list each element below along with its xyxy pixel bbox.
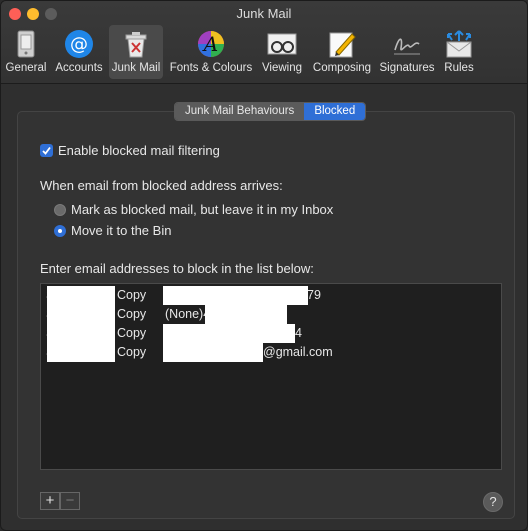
rules-arrows-icon [443,28,475,60]
list-item[interactable]: S Copy 79 [41,286,501,305]
list-item[interactable]: S Copy 4 [41,324,501,343]
toolbar-viewing[interactable]: Viewing [259,25,305,79]
tab-control: Junk Mail Behaviours Blocked [174,102,367,121]
list-item[interactable]: S Copy (None)4 [41,305,501,324]
composing-pencil-icon [326,28,358,60]
arrives-label: When email from blocked address arrives: [40,178,283,193]
toolbar-fonts-colours[interactable]: A Fonts & Colours [167,25,255,79]
block-list-label: Enter email addresses to block in the li… [40,261,314,276]
toolbar-general[interactable]: General [4,25,48,79]
move-to-bin-radio[interactable] [54,225,66,237]
fonts-colours-icon: A [195,28,227,60]
move-to-bin-label: Move it to the Bin [71,223,172,238]
enable-blocked-filtering-label: Enable blocked mail filtering [58,143,220,158]
toolbar-accounts[interactable]: @ Accounts [52,25,106,79]
preferences-window: Junk Mail General @ Accounts Junk Mail A… [0,0,528,531]
titlebar: Junk Mail General @ Accounts Junk Mail A… [1,1,527,84]
redaction [163,324,295,343]
preferences-toolbar: General @ Accounts Junk Mail A Fonts & C… [1,25,527,81]
mark-as-blocked-radio[interactable] [54,204,66,216]
window-title: Junk Mail [236,6,292,21]
list-item[interactable]: S Copy @gmail.com [41,343,501,362]
redaction [163,343,263,362]
toolbar-rules[interactable]: Rules [441,25,477,79]
blocked-addresses-list[interactable]: S Copy 79 S Copy (None)4 S Copy 4 S Copy… [40,283,502,470]
viewing-glasses-icon [266,28,298,60]
toolbar-signatures[interactable]: Signatures [377,25,437,79]
enable-blocked-filtering-checkbox[interactable] [40,144,53,157]
redaction [47,286,115,305]
toolbar-composing[interactable]: Composing [309,25,375,79]
checkmark-icon [42,146,51,155]
at-sign-icon: @ [63,28,95,60]
junk-bin-icon [120,28,152,60]
mark-as-blocked-label: Mark as blocked mail, but leave it in my… [71,202,334,217]
tab-junk-mail-behaviours[interactable]: Junk Mail Behaviours [175,103,305,120]
svg-text:A: A [202,32,218,56]
general-icon [10,28,42,60]
redaction [47,343,115,362]
remove-button[interactable]: − [60,492,80,510]
redaction [205,305,287,324]
tab-blocked[interactable]: Blocked [304,103,366,120]
list-controls: + − [40,492,80,510]
redaction [163,286,308,305]
toolbar-junk-mail[interactable]: Junk Mail [109,25,163,79]
svg-text:@: @ [70,34,88,55]
signature-icon [391,28,423,60]
redaction [47,305,115,324]
add-button[interactable]: + [40,492,60,510]
redaction [47,324,115,343]
help-button[interactable]: ? [483,492,503,512]
